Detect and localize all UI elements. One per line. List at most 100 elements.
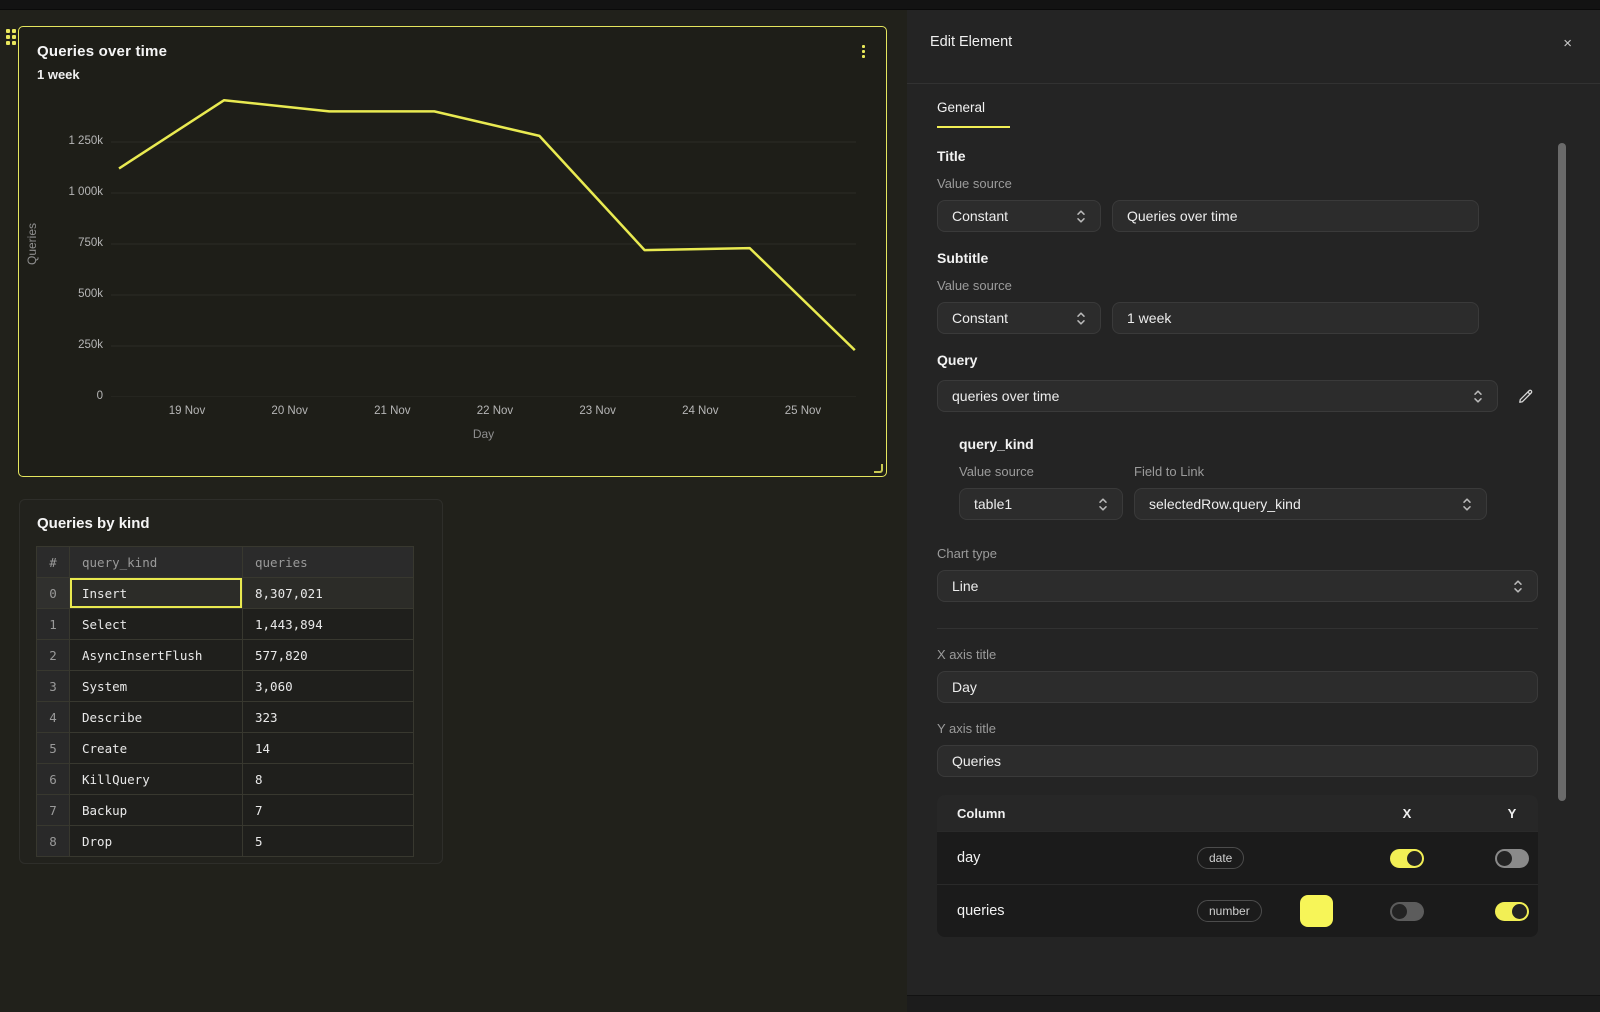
drag-handle-icon[interactable] [6,29,16,45]
field-to-link-value: selectedRow.query_kind [1149,496,1301,512]
y-tick-label: 0 [19,390,103,402]
row-index-cell: 0 [37,578,70,609]
query-select[interactable]: queries over time [937,380,1498,412]
dashboard-canvas: Queries over time 1 week Queries Day 025… [0,0,907,1012]
x-axis-title-label: X axis title [937,647,1538,662]
field-to-link-label: Field to Link [1134,464,1487,479]
value-source-label: Value source [937,278,1538,293]
table-cell[interactable]: System [70,671,243,702]
value-source-label: Value source [937,176,1538,191]
table-cell[interactable]: 323 [243,702,414,733]
y-tick-label: 250k [19,339,103,351]
column-name: queries [957,903,1197,919]
x-tick-label: 20 Nov [250,405,330,417]
x-tick-label: 19 Nov [147,405,227,417]
queries-by-kind-table: # query_kind queries 0Insert8,307,0211Se… [36,546,414,857]
x-axis-title-input[interactable] [937,671,1538,703]
section-heading-subtitle: Subtitle [937,250,1538,266]
chart-title: Queries over time [37,43,167,60]
select-stepper-icon [1098,497,1108,512]
resize-handle[interactable] [874,464,883,473]
row-index-cell: 8 [37,826,70,857]
row-index-cell: 4 [37,702,70,733]
title-value-input[interactable] [1112,200,1479,232]
series-color-swatch[interactable] [1300,895,1333,927]
edit-element-panel: Edit Element × General Title Value sourc… [907,0,1600,1012]
table-row: 7Backup7 [37,795,414,826]
kebab-menu-icon[interactable] [856,41,870,61]
y-axis-title-input[interactable] [937,745,1538,777]
y-tick-label: 750k [19,237,103,249]
table-cell[interactable]: KillQuery [70,764,243,795]
subtitle-source-select[interactable]: Constant [937,302,1101,334]
table-cell[interactable]: 14 [243,733,414,764]
columns-mapping-table: Column X Y day date queries number [937,795,1538,937]
section-heading-query: Query [937,352,1538,368]
table-cell[interactable]: 3,060 [243,671,414,702]
row-index-cell: 1 [37,609,70,640]
tab-general[interactable]: General [937,100,1010,128]
divider [937,628,1538,629]
table-cell[interactable]: 8,307,021 [243,578,414,609]
panel-title: Edit Element [930,34,1012,50]
toggle-day-x[interactable] [1390,849,1424,868]
chart-header: Queries over time 1 week [37,43,167,82]
title-source-value: Constant [952,208,1008,224]
x-tick-label: 21 Nov [352,405,432,417]
field-to-link-select[interactable]: selectedRow.query_kind [1134,488,1487,520]
column-name: day [957,850,1197,866]
toggle-queries-y[interactable] [1495,902,1529,921]
x-tick-label: 23 Nov [558,405,638,417]
table-row: 2AsyncInsertFlush577,820 [37,640,414,671]
line-chart-plot [111,91,856,397]
edit-query-button[interactable] [1512,383,1538,409]
query-kind-source-select[interactable]: table1 [959,488,1123,520]
table-cell[interactable]: Describe [70,702,243,733]
top-bar [0,0,1600,10]
chart-element-queries-over-time[interactable]: Queries over time 1 week Queries Day 025… [18,26,887,477]
select-stepper-icon [1462,497,1472,512]
table-cell[interactable]: 8 [243,764,414,795]
table-cell[interactable]: Select [70,609,243,640]
table-cell[interactable]: Backup [70,795,243,826]
row-index-cell: 6 [37,764,70,795]
table-row: 4Describe323 [37,702,414,733]
tab-bar: General [937,100,1538,128]
section-heading-title: Title [937,148,1538,164]
y-tick-label: 1 000k [19,186,103,198]
table-title: Queries by kind [37,515,442,532]
column-header-queries: queries [243,547,414,578]
y-tick-label: 1 250k [19,135,103,147]
type-badge: date [1197,847,1244,869]
columns-table-header: Column X Y [937,795,1538,831]
subtitle-value-input[interactable] [1112,302,1479,334]
section-heading-query-kind: query_kind [959,436,1538,452]
y-tick-label: 500k [19,288,103,300]
query-select-value: queries over time [952,388,1059,404]
table-element-queries-by-kind[interactable]: Queries by kind # query_kind queries 0In… [19,499,443,864]
table-row: 6KillQuery8 [37,764,414,795]
select-stepper-icon [1076,209,1086,224]
table-cell[interactable]: Drop [70,826,243,857]
title-source-select[interactable]: Constant [937,200,1101,232]
toggle-day-y[interactable] [1495,849,1529,868]
close-icon[interactable]: × [1563,36,1572,51]
table-cell[interactable]: 1,443,894 [243,609,414,640]
query-kind-source-value: table1 [974,496,1012,512]
x-tick-label: 22 Nov [455,405,535,417]
table-cell[interactable]: 577,820 [243,640,414,671]
chart-line-series [119,100,855,350]
table-cell[interactable]: AsyncInsertFlush [70,640,243,671]
table-header-row: # query_kind queries [37,547,414,578]
select-stepper-icon [1076,311,1086,326]
table-cell[interactable]: 5 [243,826,414,857]
table-cell[interactable]: 7 [243,795,414,826]
column-row-queries: queries number [937,884,1538,937]
chart-type-select[interactable]: Line [937,570,1538,602]
table-row: 5Create14 [37,733,414,764]
toggle-queries-x[interactable] [1390,902,1424,921]
table-cell[interactable]: Create [70,733,243,764]
table-cell[interactable]: Insert [70,578,243,609]
table-row: 0Insert8,307,021 [37,578,414,609]
panel-scrollbar[interactable] [1558,143,1566,801]
